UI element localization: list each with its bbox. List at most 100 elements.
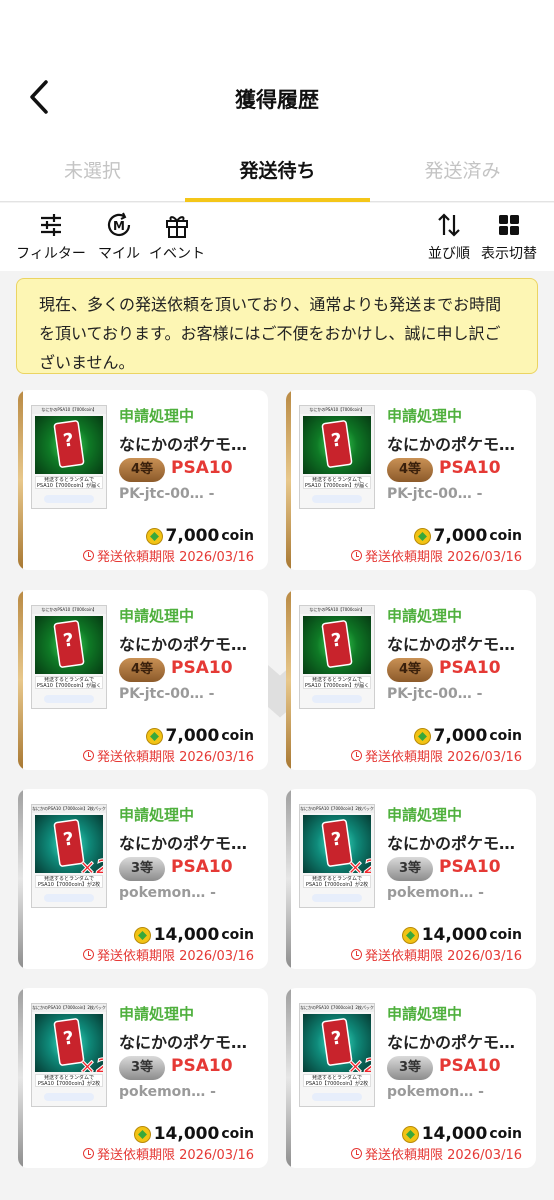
price-value: 14,000 xyxy=(153,1124,220,1144)
price-value: 14,000 xyxy=(153,925,220,945)
sort-arrows-icon xyxy=(438,213,460,237)
price-value: 7,000 xyxy=(433,726,488,746)
item-code: pokemon… - xyxy=(119,1084,216,1100)
price-unit: coin xyxy=(489,927,522,943)
price: 7,000 coin xyxy=(413,726,522,746)
item-code-text: PK-jtc-00… xyxy=(119,686,204,702)
psa-grade: PSA10 xyxy=(439,458,501,478)
price: 7,000 coin xyxy=(413,526,522,546)
card-art: ? xyxy=(303,416,371,474)
card-art: ? xyxy=(303,616,371,674)
price-unit: coin xyxy=(489,528,522,544)
card-art: ? xyxy=(35,616,103,674)
deadline-text: 発送依頼期限 2026/03/16 xyxy=(364,1148,522,1163)
deadline-text: 発送依頼期限 2026/03/16 xyxy=(364,550,522,565)
grade-badge: 3等 xyxy=(387,1056,433,1080)
deadline-text: 発送依頼期限 2026/03/16 xyxy=(96,750,254,765)
item-name: なにかのポケモ… xyxy=(119,435,248,454)
item-code-dash: - xyxy=(476,486,483,502)
thumb-header: なにかのPSA10【7000coin】2枚パック xyxy=(300,1004,374,1012)
clock-icon xyxy=(82,949,94,960)
psa-grade: PSA10 xyxy=(439,1056,501,1076)
psa-grade: PSA10 xyxy=(439,857,501,877)
price: 14,000 coin xyxy=(133,925,254,945)
thumb-description: 発送するとランダムで PSA10【7000coin】が2枚届く xyxy=(35,1074,103,1087)
thumb-footer xyxy=(312,695,362,703)
filter-button[interactable]: フィルター xyxy=(16,211,86,263)
shipping-delay-notice: 現在、多くの発送依頼を頂いており、通常よりも発送までお時間を頂いております。お客… xyxy=(16,278,538,374)
quantity-badge: ×2 xyxy=(347,1054,371,1073)
thumb-description: 発送するとランダムで PSA10【7000coin】が2枚届く xyxy=(35,875,103,888)
clock-icon xyxy=(82,750,94,761)
item-code-dash: - xyxy=(210,885,216,901)
psa-grade: PSA10 xyxy=(439,658,501,678)
price: 14,000 coin xyxy=(133,1124,254,1144)
shipping-deadline: 発送依頼期限 2026/03/16 xyxy=(82,1144,254,1163)
item-card[interactable]: なにかのPSA10【7000coin】2枚パック ?×2 発送するとランダムで PS… xyxy=(18,988,268,1168)
event-button[interactable]: イベント xyxy=(148,211,206,263)
price-value: 7,000 xyxy=(165,726,220,746)
tab-shipped[interactable]: 発送済み xyxy=(370,156,554,183)
view-toggle-button[interactable]: 表示切替 xyxy=(478,211,540,263)
thumb-description: 発送するとランダムで PSA10【7000coin】が2枚届く xyxy=(303,875,371,888)
item-code-text: PK-jtc-00… xyxy=(387,486,472,502)
item-card[interactable]: なにかのPSA10【7000coin】? 発送するとランダムで PSA10【700… xyxy=(286,590,536,770)
item-code-text: pokemon… xyxy=(119,1084,206,1100)
card-art: ?×2 xyxy=(303,815,371,873)
item-card[interactable]: なにかのPSA10【7000coin】? 発送するとランダムで PSA10【700… xyxy=(18,590,268,770)
status-label: 申請処理中 xyxy=(387,607,463,625)
tab-awaiting-shipment[interactable]: 発送待ち xyxy=(185,156,370,183)
shipping-deadline: 発送依頼期限 2026/03/16 xyxy=(82,546,254,565)
coin-icon xyxy=(413,527,431,545)
clock-icon xyxy=(350,949,362,960)
status-label: 申請処理中 xyxy=(119,806,195,824)
item-card[interactable]: なにかのPSA10【7000coin】? 発送するとランダムで PSA10【700… xyxy=(18,390,268,570)
psa-grade: PSA10 xyxy=(171,458,233,478)
item-code: PK-jtc-00… - xyxy=(387,486,482,502)
thumb-header: なにかのPSA10【7000coin】 xyxy=(32,406,106,414)
rarity-stripe xyxy=(286,988,291,1168)
mystery-card-icon: ? xyxy=(53,420,85,468)
shipping-deadline: 発送依頼期限 2026/03/16 xyxy=(350,1144,522,1163)
price-unit: coin xyxy=(221,927,254,943)
card-thumbnail: なにかのPSA10【7000coin】2枚パック ?×2 発送するとランダムで PS… xyxy=(299,1003,375,1107)
card-thumbnail: なにかのPSA10【7000coin】2枚パック ?×2 発送するとランダムで PS… xyxy=(299,804,375,908)
item-card[interactable]: なにかのPSA10【7000coin】2枚パック ?×2 発送するとランダムで PS… xyxy=(286,789,536,969)
status-label: 申請処理中 xyxy=(387,1005,463,1023)
active-tab-indicator xyxy=(185,198,370,202)
price-unit: coin xyxy=(221,728,254,744)
card-thumbnail: なにかのPSA10【7000coin】? 発送するとランダムで PSA10【700… xyxy=(299,605,375,709)
grid-view-icon xyxy=(499,215,519,235)
item-code: pokemon… - xyxy=(387,1084,484,1100)
coin-icon xyxy=(401,1125,419,1143)
clock-icon xyxy=(350,550,362,561)
rarity-stripe xyxy=(18,590,23,770)
shipping-deadline: 発送依頼期限 2026/03/16 xyxy=(350,746,522,765)
psa-grade: PSA10 xyxy=(171,658,233,678)
quantity-badge: ×2 xyxy=(79,855,103,874)
coin-icon xyxy=(133,1125,151,1143)
card-art: ?×2 xyxy=(35,815,103,873)
card-thumbnail: なにかのPSA10【7000coin】2枚パック ?×2 発送するとランダムで PS… xyxy=(31,1003,107,1107)
thumb-header: なにかのPSA10【7000coin】 xyxy=(300,406,374,414)
grade-badge: 3等 xyxy=(119,857,165,881)
mile-button[interactable]: M マイル xyxy=(94,211,144,263)
item-card[interactable]: なにかのPSA10【7000coin】2枚パック ?×2 発送するとランダムで PS… xyxy=(286,988,536,1168)
item-card[interactable]: なにかのPSA10【7000coin】2枚パック ?×2 発送するとランダムで PS… xyxy=(18,789,268,969)
deadline-text: 発送依頼期限 2026/03/16 xyxy=(364,949,522,964)
clock-icon xyxy=(82,550,94,561)
item-card[interactable]: なにかのPSA10【7000coin】? 発送するとランダムで PSA10【700… xyxy=(286,390,536,570)
rarity-stripe xyxy=(18,988,23,1168)
thumb-description: 発送するとランダムで PSA10【7000coin】が届く xyxy=(303,476,371,489)
tab-unselected[interactable]: 未選択 xyxy=(0,156,185,183)
clock-icon xyxy=(350,1148,362,1159)
tab-bar: 未選択 発送待ち 発送済み xyxy=(0,140,554,202)
item-code-text: pokemon… xyxy=(387,1084,474,1100)
item-code-text: pokemon… xyxy=(387,885,474,901)
card-art: ?×2 xyxy=(35,1014,103,1072)
clock-icon xyxy=(350,750,362,761)
quantity-badge: ×2 xyxy=(79,1054,103,1073)
rarity-stripe xyxy=(286,390,291,570)
sort-button[interactable]: 並び順 xyxy=(424,211,474,263)
mile-label: マイル xyxy=(98,246,140,262)
